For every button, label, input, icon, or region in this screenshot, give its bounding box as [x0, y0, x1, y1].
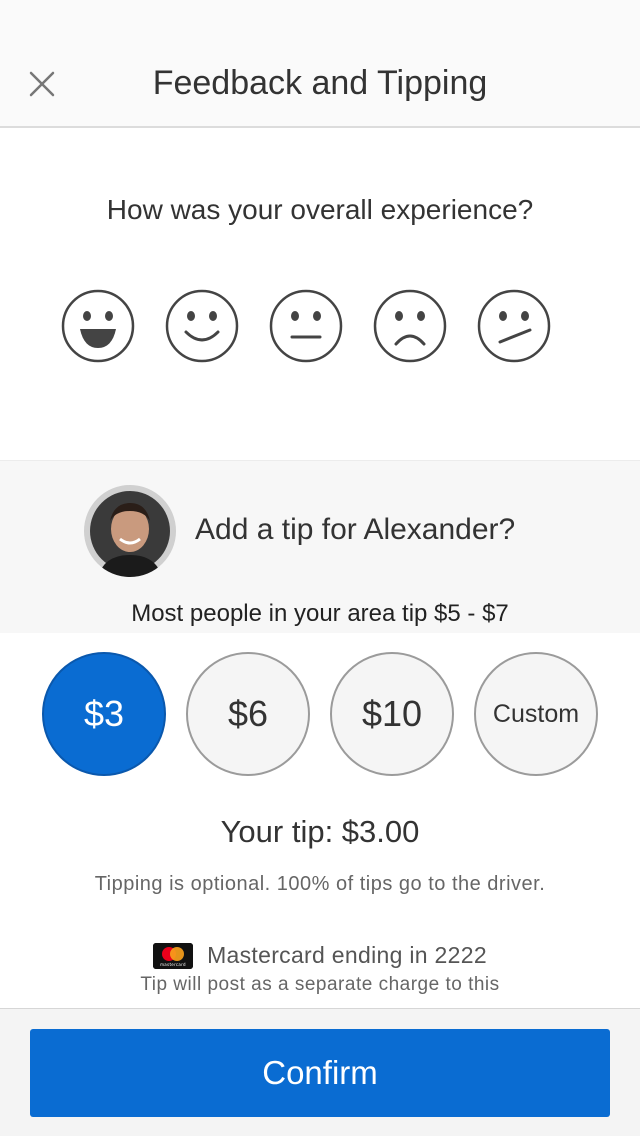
footer-bar: Confirm	[0, 1008, 640, 1136]
your-tip-amount: Your tip: $3.00	[220, 814, 420, 849]
skeptical-face-icon	[477, 289, 551, 363]
driver-photo-icon	[84, 485, 176, 577]
header-bar: Feedback and Tipping	[0, 0, 640, 128]
very-happy-face-icon	[61, 289, 135, 363]
skeptical-face-button[interactable]	[476, 288, 552, 364]
mastercard-logo-text: mastercard	[160, 962, 186, 967]
neutral-face-button[interactable]	[268, 288, 344, 364]
tip-option-custom[interactable]: Custom	[474, 652, 598, 776]
payment-method-label: Mastercard ending in 2222	[207, 942, 487, 968]
tip-option-10[interactable]: $10	[330, 652, 454, 776]
sad-face-button[interactable]	[372, 288, 448, 364]
rating-faces	[60, 288, 580, 364]
charge-note: Tip will post as a separate charge to th…	[140, 974, 500, 995]
happy-face-button[interactable]	[164, 288, 240, 364]
sad-face-icon	[373, 289, 447, 363]
neutral-face-icon	[269, 289, 343, 363]
tip-hint: Most people in your area tip $5 - $7	[131, 600, 509, 627]
very-happy-face-button[interactable]	[60, 288, 136, 364]
mastercard-logo-icon: mastercard	[153, 942, 194, 969]
payment-method-row: mastercard Mastercard ending in 2222	[0, 942, 640, 969]
tip-option-6[interactable]: $6	[186, 652, 310, 776]
happy-face-icon	[165, 289, 239, 363]
driver-avatar	[84, 485, 176, 577]
tip-question: Add a tip for Alexander?	[195, 513, 516, 546]
tip-optional-note: Tipping is optional. 100% of tips go to …	[94, 873, 546, 895]
rating-question: How was your overall experience?	[106, 194, 534, 225]
page-title: Feedback and Tipping	[152, 64, 488, 102]
tip-option-3[interactable]: $3	[42, 652, 166, 776]
confirm-button[interactable]: Confirm	[30, 1029, 610, 1117]
